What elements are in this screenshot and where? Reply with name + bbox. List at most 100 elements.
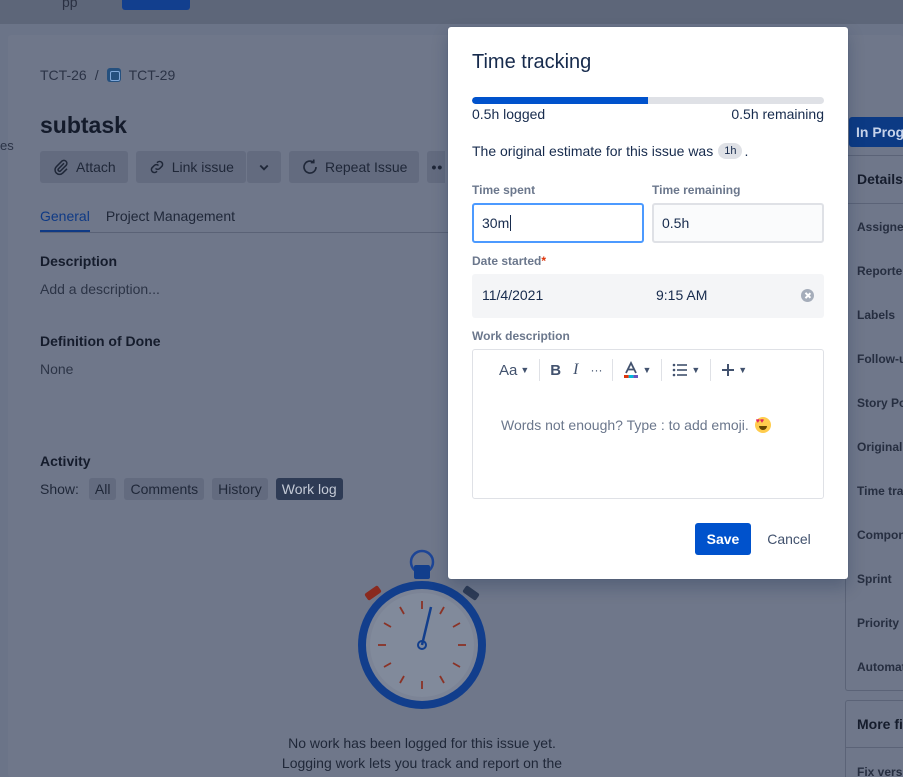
filter-history[interactable]: History [212,478,268,500]
save-button[interactable]: Save [695,523,751,555]
description-placeholder[interactable]: Add a description... [40,281,160,297]
chevron-down-icon: ▼ [691,365,701,375]
time-remaining-label: Time remaining [652,183,741,197]
repeat-icon [303,159,317,174]
empty-state-line-2: Logging work lets you track and report o… [281,755,563,771]
time-input[interactable]: 9:15 AM [656,287,707,303]
more-formatting-button[interactable]: ··· [590,363,602,377]
insert-dropdown[interactable]: ▼ [721,363,747,377]
link-issue-button[interactable]: Link issue [135,151,246,183]
toolbar-separator [612,359,614,381]
details-heading[interactable]: Details [857,171,903,187]
toolbar-separator [710,359,712,381]
heart-eyes-emoji-icon [754,417,771,433]
field-reporter: Reporter [857,264,903,278]
description-heading: Description [40,253,118,269]
repeat-issue-label: Repeat Issue [324,159,408,175]
link-issue-label: Link issue [171,159,234,175]
text-color-dropdown[interactable]: ▼ [623,361,651,379]
field-assignee: Assignee [857,220,903,234]
field-original-estimate: Original estimate [857,440,903,454]
more-actions-button[interactable]: •• [427,151,446,183]
time-spent-value: 30m [482,215,510,231]
left-edge-text: es [0,138,14,153]
date-started-label-text: Date started [472,254,542,268]
text-caret [510,215,512,231]
field-fix-versions: Fix versions [857,765,903,777]
bold-button[interactable]: B [550,362,561,379]
field-follow-up: Follow-up [857,352,903,366]
chevron-down-icon [259,164,269,171]
field-components: Components [857,528,903,542]
estimate-lozenge: 1h [718,143,743,159]
remaining-text: 0.5h remaining [731,106,824,122]
field-labels: Labels [857,308,896,322]
time-tracking-dialog: Time tracking 0.5h logged 0.5h remaining… [448,27,848,579]
date-started-picker[interactable]: 11/4/2021 9:15 AM [472,274,824,318]
link-icon [150,160,163,174]
issue-toolbar: Attach Link issue Repeat Issue •• [40,151,446,183]
chevron-down-icon: ▼ [738,365,748,375]
bold-icon: B [550,361,562,379]
list-dropdown[interactable]: ▼ [672,363,700,377]
text-style-dropdown[interactable]: Aa ▼ [499,362,529,379]
italic-button[interactable]: I [573,361,578,379]
toolbar-separator [539,359,541,381]
details-panel [845,155,903,691]
show-label: Show: [40,481,79,497]
clear-icon[interactable] [801,289,814,302]
cancel-button[interactable]: Cancel [757,523,821,555]
link-issue-dropdown[interactable] [246,151,281,183]
required-asterisk: * [541,254,547,268]
breadcrumb-parent[interactable]: TCT-26 [40,67,87,83]
top-nav-create-button[interactable] [122,0,190,10]
activity-filter-row: Show: All Comments History Work log [40,478,343,500]
time-remaining-input[interactable]: 0.5h [652,203,824,243]
dod-heading: Definition of Done [40,333,161,349]
empty-state-line-1: No work has been logged for this issue y… [288,735,556,751]
field-automation: Automation [857,660,903,674]
more-fields-heading[interactable]: More fields [857,716,903,732]
tab-project-management[interactable]: Project Management [106,208,235,232]
issue-tabs: General Project Management [40,208,235,232]
more-dots-icon: ··· [590,363,603,377]
attach-button[interactable]: Attach [40,151,128,183]
field-sprint: Sprint [857,572,892,586]
subtask-icon [106,68,121,82]
bullet-list-icon [673,363,688,377]
filter-comments[interactable]: Comments [124,478,205,500]
empty-state-text: No work has been logged for this issue y… [222,733,622,773]
breadcrumb-current[interactable]: TCT-29 [129,67,176,83]
work-description-editor[interactable]: Aa ▼ B I ··· ▼ ▼ ▼ Words not enough? Typ… [472,349,824,499]
time-progress-fill [472,97,648,104]
text-color-icon [624,361,639,378]
activity-heading: Activity [40,453,91,469]
work-description-label: Work description [472,329,570,343]
original-estimate-text: The original estimate for this issue was… [472,143,748,159]
time-spent-input[interactable]: 30m [472,203,644,243]
filter-all[interactable]: All [88,478,117,500]
top-nav-text[interactable]: pp [62,0,78,10]
breadcrumb: TCT-26 / TCT-29 [40,67,175,83]
tab-general[interactable]: General [40,208,90,232]
filter-work-log[interactable]: Work log [275,478,343,500]
plus-icon [722,364,735,376]
field-priority: Priority [857,616,900,630]
status-button[interactable]: In Progress [849,117,903,147]
more-dots-icon: •• [431,159,444,175]
details-divider [846,203,903,204]
top-navigation-bar: pp [0,0,903,24]
field-story-points: Story Points [857,396,903,410]
field-time-tracking: Time tracking [857,484,903,498]
tab-divider [40,232,460,233]
repeat-issue-button[interactable]: Repeat Issue [288,151,420,183]
chevron-down-icon: ▼ [642,365,652,375]
editor-toolbar: Aa ▼ B I ··· ▼ ▼ ▼ [473,350,823,390]
breadcrumb-separator: / [94,67,99,83]
dod-value[interactable]: None [40,361,73,377]
text-style-icon: Aa [499,361,518,379]
editor-placeholder-text: Words not enough? Type : to add emoji. [501,417,749,433]
date-input[interactable]: 11/4/2021 [482,287,543,303]
chevron-down-icon: ▼ [520,365,530,375]
issue-title[interactable]: subtask [40,112,127,139]
